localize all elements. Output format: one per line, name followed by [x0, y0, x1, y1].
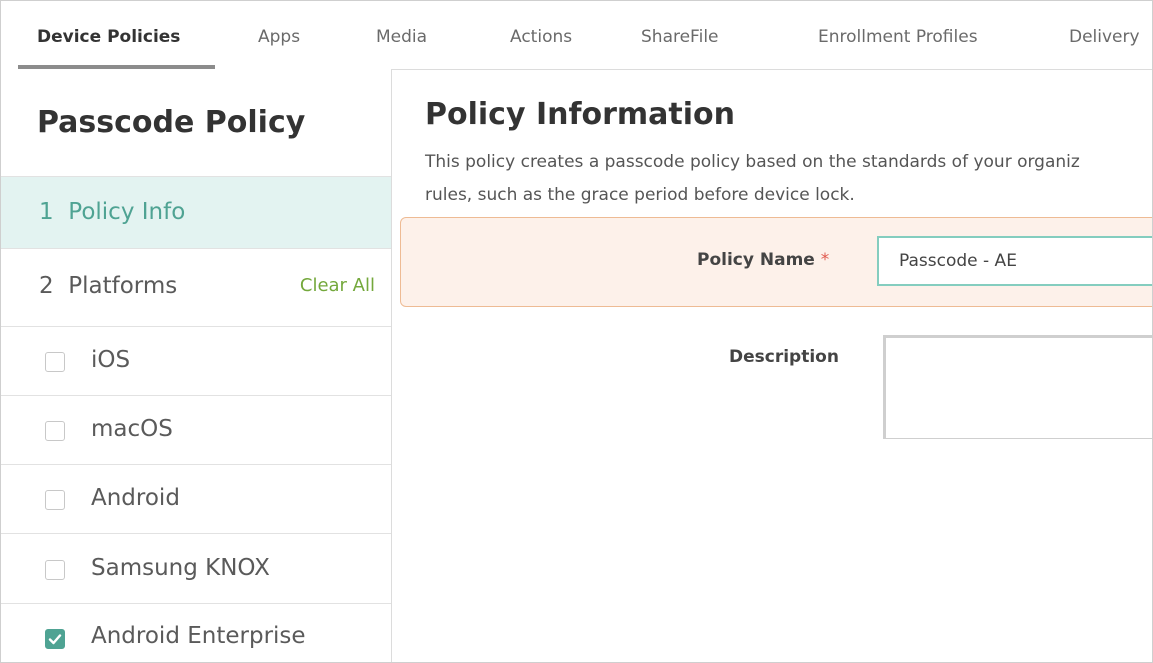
checkmark-icon — [48, 634, 62, 645]
checkbox-android-enterprise[interactable] — [45, 629, 65, 649]
platform-label: Android — [91, 485, 180, 511]
platform-label: iOS — [91, 347, 131, 373]
policy-name-row: Policy Name * Passcode - AE — [400, 217, 1152, 307]
step-number: 2 — [39, 273, 54, 299]
checkbox-android[interactable] — [45, 490, 65, 510]
platform-label: macOS — [91, 416, 173, 442]
main-content: Policy Information This policy creates a… — [392, 69, 1152, 662]
step-label: Platforms — [68, 273, 178, 299]
page-title: Policy Information — [425, 97, 736, 132]
tab-apps[interactable]: Apps — [258, 1, 300, 69]
description-line: rules, such as the grace period before d… — [425, 185, 855, 205]
platform-item-ios[interactable]: iOS — [1, 326, 391, 395]
sidebar-step-platforms[interactable]: 2 Platforms Clear All — [1, 248, 391, 326]
clear-all-link[interactable]: Clear All — [300, 275, 375, 296]
checkbox-macos[interactable] — [45, 421, 65, 441]
policy-name-input[interactable]: Passcode - AE — [877, 236, 1152, 286]
platform-label: Samsung KNOX — [91, 555, 270, 581]
page-description: This policy creates a passcode policy ba… — [425, 146, 1152, 212]
wizard-sidebar: Passcode Policy 1 Policy Info 2 Platform… — [1, 69, 392, 662]
description-label: Description — [729, 347, 839, 367]
description-textarea[interactable] — [883, 335, 1152, 439]
step-label: Policy Info — [68, 199, 186, 225]
platform-label: Android Enterprise — [91, 623, 306, 649]
checkbox-samsung-knox[interactable] — [45, 560, 65, 580]
platform-item-android-enterprise[interactable]: Android Enterprise — [1, 603, 391, 662]
tab-actions[interactable]: Actions — [510, 1, 572, 69]
tab-sharefile[interactable]: ShareFile — [641, 1, 719, 69]
platform-item-android[interactable]: Android — [1, 464, 391, 533]
app-frame: Device Policies Apps Media Actions Share… — [0, 0, 1153, 663]
tab-media[interactable]: Media — [376, 1, 427, 69]
step-number: 1 — [39, 199, 54, 225]
checkbox-ios[interactable] — [45, 352, 65, 372]
top-tab-bar: Device Policies Apps Media Actions Share… — [1, 1, 1152, 70]
policy-name-label: Policy Name * — [697, 250, 830, 270]
sidebar-title: Passcode Policy — [37, 105, 306, 140]
sidebar-step-policy-info[interactable]: 1 Policy Info — [1, 176, 391, 248]
description-line: This policy creates a passcode policy ba… — [425, 152, 1080, 172]
required-indicator: * — [820, 250, 830, 270]
platform-item-macos[interactable]: macOS — [1, 395, 391, 464]
tab-enrollment-profiles[interactable]: Enrollment Profiles — [818, 1, 978, 69]
platform-item-samsung-knox[interactable]: Samsung KNOX — [1, 533, 391, 603]
tab-delivery[interactable]: Delivery — [1069, 1, 1140, 69]
tab-device-policies[interactable]: Device Policies — [37, 1, 180, 69]
